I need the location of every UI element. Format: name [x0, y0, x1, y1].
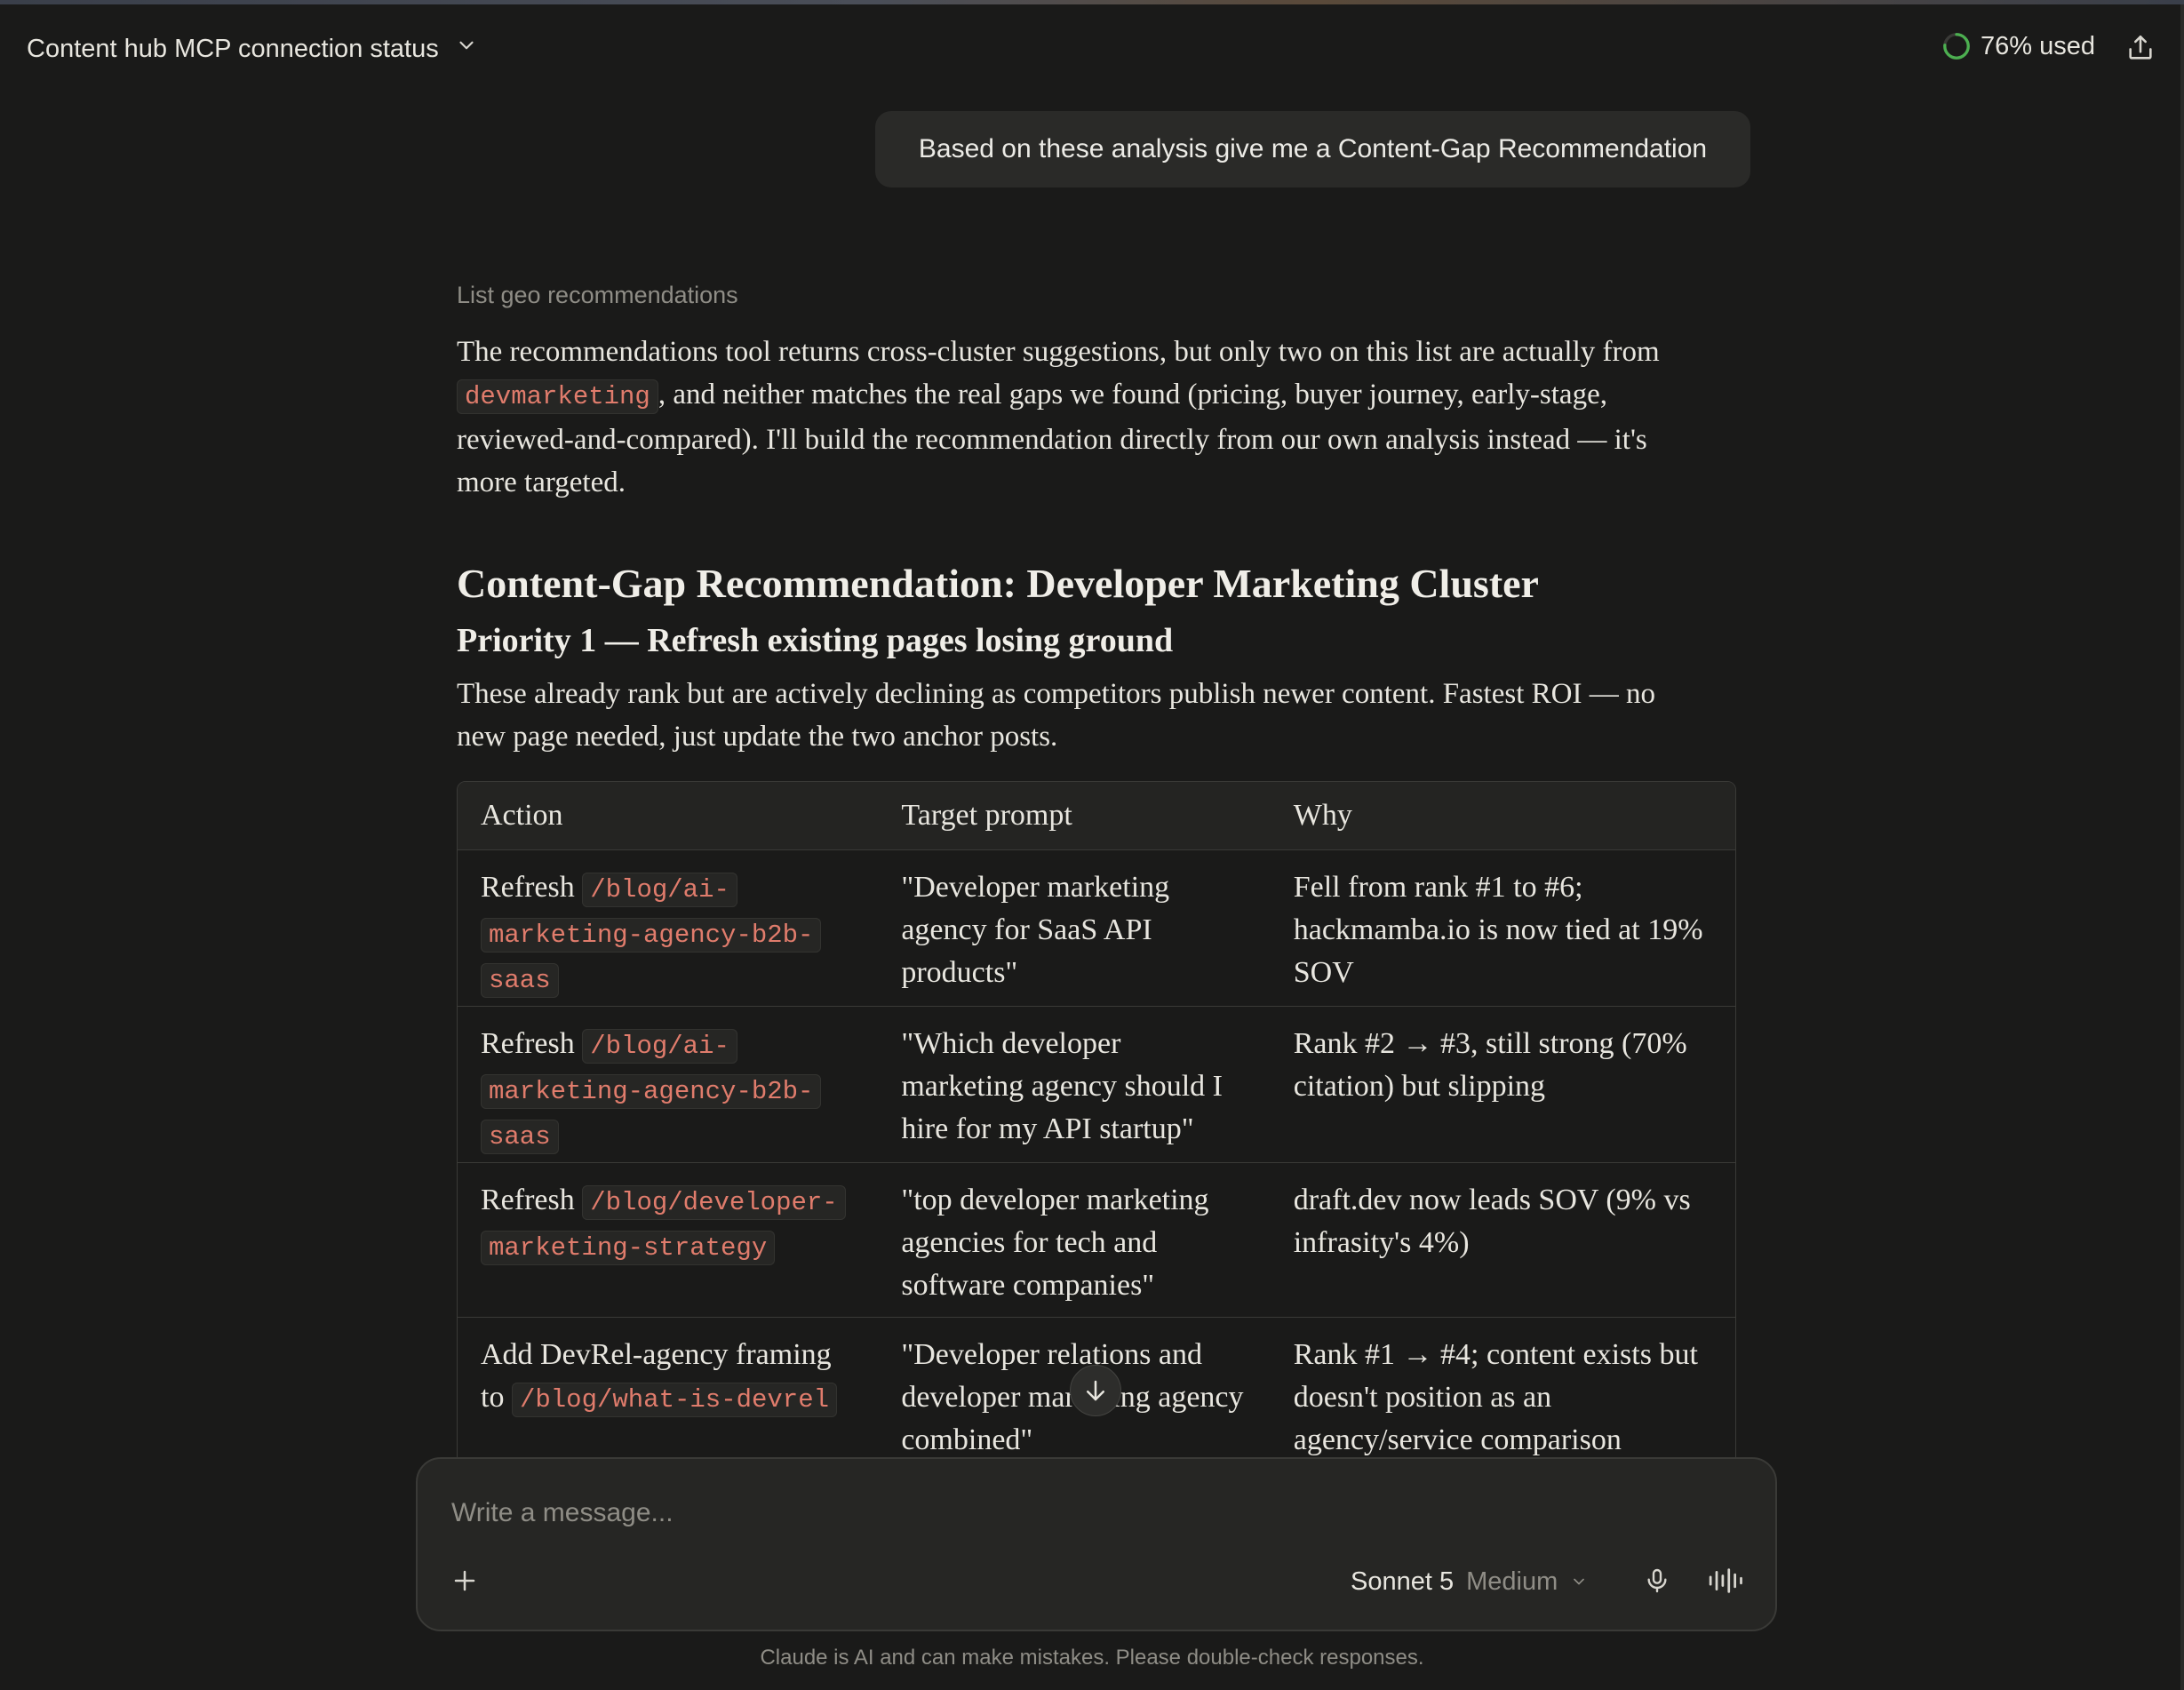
add-attachment-button[interactable] [442, 1558, 487, 1603]
table-header-cell: Action [481, 799, 563, 832]
why-cell: draft.dev now leads SOV (9% vs infrasity… [1293, 1184, 1691, 1259]
assistant-message: List geo recommendations The recommendat… [457, 275, 1736, 1478]
conversation-title-button[interactable]: Content hub MCP connection status [18, 26, 487, 72]
action-cell: Add DevRel-agency framing to /blog/what-… [458, 1318, 878, 1477]
action-text: Refresh [481, 871, 583, 904]
message-composer: Sonnet 5 Medium [416, 1457, 1777, 1631]
user-message-bubble: Based on these analysis give me a Conten… [875, 111, 1750, 187]
why-cell: Rank #2 → #3, still strong (70% citation… [1293, 1027, 1687, 1103]
chevron-down-icon [455, 34, 478, 64]
model-effort: Medium [1466, 1566, 1558, 1596]
table-row: Refresh /blog/ai-marketing-agency-b2b-sa… [458, 849, 1735, 1006]
code-line: marketing-agency-b2b- [481, 1074, 822, 1109]
code-line: marketing-strategy [481, 1231, 776, 1265]
prompt-cell: "Which developer marketing agency should… [901, 1027, 1223, 1145]
why-cell: Rank #1 → #4; content exists but doesn't… [1293, 1338, 1698, 1456]
chevron-down-icon [1574, 1578, 1585, 1585]
code-line: /blog/what-is-devrel [511, 1383, 838, 1417]
prompt-cell: "top developer marketing agencies for te… [901, 1184, 1209, 1302]
plus-icon [454, 1570, 475, 1591]
code-line: saas [481, 1120, 559, 1154]
recommendation-heading: Content-Gap Recommendation: Developer Ma… [457, 561, 1539, 606]
code-line: saas [481, 963, 559, 998]
code-line: /blog/ai- [582, 873, 737, 907]
action-cell: Refresh /blog/developer-marketing-strate… [458, 1163, 878, 1317]
table-row: Refresh /blog/developer-marketing-strate… [458, 1162, 1735, 1317]
conversation-title: Content hub MCP connection status [27, 34, 439, 63]
action-cell: Refresh /blog/ai-marketing-agency-b2b-sa… [458, 1007, 878, 1162]
code-line: /blog/developer- [582, 1185, 846, 1220]
user-message-text: Based on these analysis give me a Conten… [918, 134, 1708, 163]
share-button[interactable] [2122, 29, 2159, 67]
table-header-row: Action Target prompt Why [458, 782, 1735, 849]
inline-code: devmarketing [457, 379, 658, 414]
priority-description: These already rank but are actively decl… [457, 678, 1655, 753]
dictation-button[interactable] [1635, 1558, 1679, 1603]
code-line: /blog/ai- [582, 1029, 737, 1064]
waveform-icon [1709, 1568, 1742, 1593]
scrollbar-track[interactable] [2180, 4, 2184, 1690]
tool-call-label[interactable]: List geo recommendations [457, 275, 1736, 315]
action-cell: Refresh /blog/ai-marketing-agency-b2b-sa… [458, 850, 878, 1006]
chat-header: Content hub MCP connection status 76% us… [0, 4, 2184, 88]
model-name: Sonnet 5 [1351, 1566, 1455, 1596]
code-line: marketing-agency-b2b- [481, 918, 822, 953]
intro-text-1: The recommendations tool returns cross-c… [457, 336, 1660, 368]
microphone-icon [1647, 1568, 1667, 1593]
action-text: Refresh [481, 1184, 583, 1216]
action-text: Refresh [481, 1027, 583, 1060]
table-header-cell: Target prompt [901, 799, 1072, 832]
usage-indicator[interactable]: 76% used [1941, 31, 2095, 61]
table-row: Refresh /blog/ai-marketing-agency-b2b-sa… [458, 1006, 1735, 1162]
share-icon [2129, 35, 2152, 60]
model-selector[interactable]: Sonnet 5 Medium [1351, 1560, 1588, 1603]
intro-paragraph: The recommendations tool returns cross-c… [457, 331, 1701, 504]
scroll-to-bottom-button[interactable] [1070, 1365, 1121, 1416]
arrow-down-icon [1087, 1380, 1104, 1401]
voice-mode-button[interactable] [1702, 1558, 1750, 1603]
disclaimer-text: Claude is AI and can make mistakes. Plea… [760, 1646, 1424, 1670]
prompt-cell: "Developer marketing agency for SaaS API… [901, 871, 1170, 989]
usage-ring-icon [1943, 33, 1970, 60]
table-header-cell: Why [1293, 799, 1352, 832]
priority-heading: Priority 1 — Refresh existing pages losi… [457, 622, 1174, 659]
message-input[interactable] [451, 1493, 1695, 1534]
why-cell: Fell from rank #1 to #6; hackmamba.io is… [1293, 871, 1703, 989]
usage-label: 76% used [1981, 31, 2095, 60]
